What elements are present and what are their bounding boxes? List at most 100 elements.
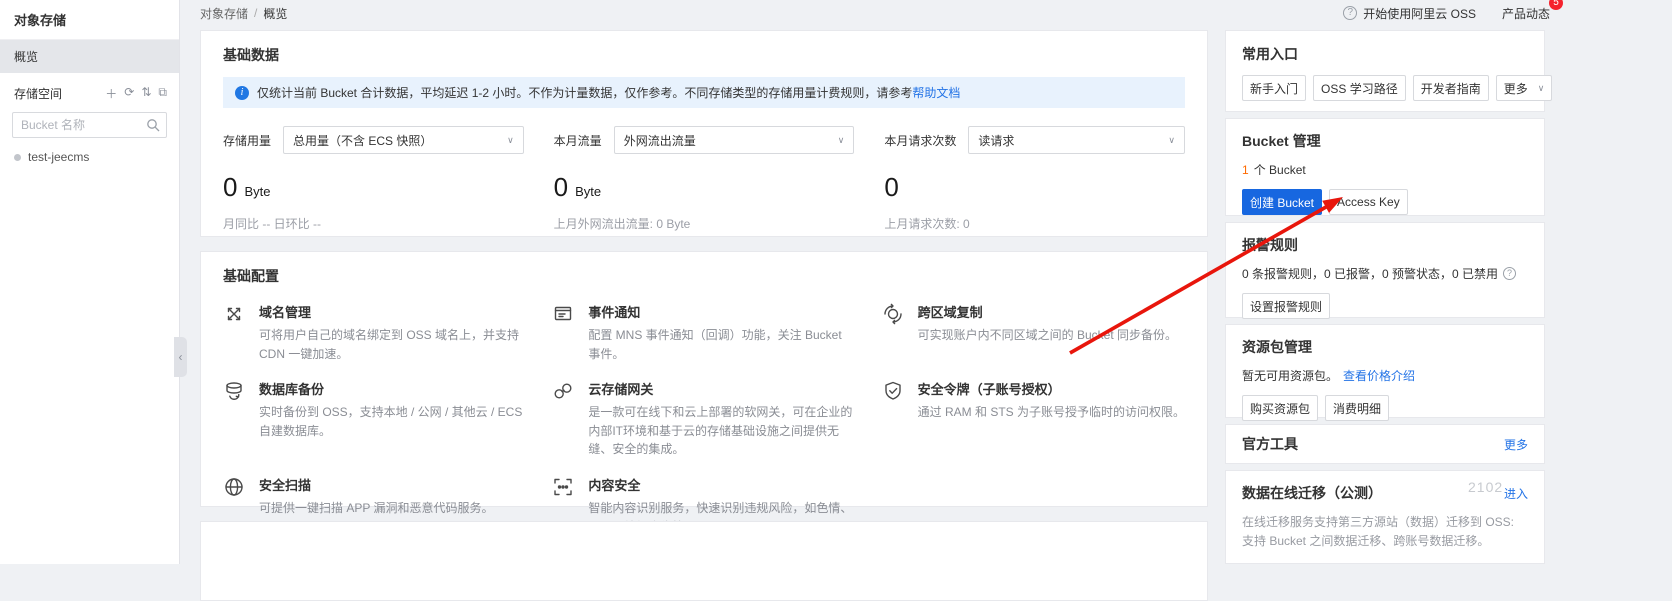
chevron-down-icon: ∨ bbox=[1168, 135, 1175, 146]
getting-started-button[interactable]: 新手入门 bbox=[1242, 75, 1306, 101]
setup-alarm-rules-label: 设置报警规则 bbox=[1250, 298, 1322, 315]
collapse-chevron-icon: ‹ bbox=[179, 350, 183, 364]
chevron-down-icon: ∨ bbox=[1538, 83, 1545, 94]
monthly-requests-select-value: 读请求 bbox=[978, 132, 1014, 149]
refresh-icon[interactable]: ⟳ bbox=[124, 85, 134, 102]
chevron-down-icon: ∨ bbox=[838, 135, 845, 146]
resource-package-title: 资源包管理 bbox=[1242, 337, 1528, 357]
bucket-management-card: Bucket 管理 1 个 Bucket 创建 Bucket Access Ke… bbox=[1225, 118, 1545, 216]
stat-monthly-traffic-label: 本月流量 bbox=[554, 132, 602, 149]
product-news-label: 产品动态 bbox=[1502, 7, 1550, 21]
feature-title[interactable]: 数据库备份 bbox=[259, 379, 526, 398]
database-backup-icon bbox=[223, 379, 247, 459]
stat-storage-usage-unit: Byte bbox=[244, 184, 270, 199]
feature-desc: 是一款可在线下和云上部署的软网关，可在企业的内部IT环境和基于云的存储基础设施之… bbox=[588, 403, 855, 459]
storage-usage-select[interactable]: 总用量（不含 ECS 快照） ∨ bbox=[283, 126, 524, 154]
help-question-icon[interactable]: ? bbox=[1503, 267, 1516, 280]
sidebar-collapse-handle[interactable]: ‹ bbox=[174, 337, 187, 377]
sort-icon[interactable]: ⇅ bbox=[141, 85, 151, 102]
official-tools-more-link[interactable]: 更多 bbox=[1504, 436, 1528, 453]
oss-learning-path-label: OSS 学习路径 bbox=[1321, 80, 1398, 97]
billing-details-button[interactable]: 消费明细 bbox=[1325, 395, 1389, 421]
add-bucket-icon[interactable]: ＋ bbox=[105, 85, 117, 102]
data-migration-enter-link[interactable]: 进入 bbox=[1504, 485, 1528, 502]
bucket-search-input[interactable] bbox=[12, 112, 167, 138]
feature-title[interactable]: 云存储网关 bbox=[588, 379, 855, 398]
stat-monthly-traffic-unit: Byte bbox=[575, 184, 601, 199]
official-tools-card: 官方工具 更多 bbox=[1225, 424, 1545, 464]
storage-usage-select-value: 总用量（不含 ECS 快照） bbox=[293, 132, 432, 149]
stat-monthly-requests-value: 0 bbox=[884, 172, 898, 203]
quick-entry-title: 常用入口 bbox=[1242, 44, 1528, 64]
feature-database-backup[interactable]: 数据库备份 实时备份到 OSS，支持本地 / 公网 / 其他云 / ECS 自建… bbox=[223, 379, 526, 459]
stat-storage-usage-sub: 月同比 -- 日环比 -- bbox=[223, 215, 524, 232]
notice-text: 仅统计当前 Bucket 合计数据，平均延迟 1-2 小时。不作为计量数据，仅作… bbox=[257, 84, 960, 101]
sidebar: 对象存储 概览 存储空间 ＋ ⟳ ⇅ ⧉ test-jeecms bbox=[0, 0, 180, 564]
help-getting-started-label: 开始使用阿里云 OSS bbox=[1363, 5, 1476, 22]
stat-monthly-traffic-sub: 上月外网流出流量: 0 Byte bbox=[554, 215, 855, 232]
buy-resource-package-label: 购买资源包 bbox=[1250, 400, 1310, 417]
feature-title[interactable]: 事件通知 bbox=[588, 302, 855, 321]
feature-title[interactable]: 跨区域复制 bbox=[918, 302, 1177, 321]
bucket-list-item[interactable]: test-jeecms bbox=[0, 140, 179, 174]
access-key-label: Access Key bbox=[1337, 195, 1400, 209]
alarm-summary: 0 条报警规则，0 已报警，0 预警状态，0 已禁用 bbox=[1242, 265, 1498, 282]
bucket-icon bbox=[14, 154, 21, 161]
expand-icon[interactable]: ⧉ bbox=[158, 85, 167, 102]
bucket-management-title: Bucket 管理 bbox=[1242, 131, 1528, 151]
stat-monthly-requests-label: 本月请求次数 bbox=[884, 132, 956, 149]
notice-banner: i 仅统计当前 Bucket 合计数据，平均延迟 1-2 小时。不作为计量数据，… bbox=[223, 77, 1185, 108]
official-tools-title: 官方工具 bbox=[1242, 434, 1298, 454]
cross-region-replication-icon bbox=[882, 302, 906, 363]
stat-storage-usage: 存储用量 总用量（不含 ECS 快照） ∨ 0 Byte 月同比 -- 日环比 … bbox=[223, 126, 524, 232]
security-token-icon bbox=[882, 379, 906, 459]
search-icon[interactable] bbox=[146, 118, 160, 132]
features-grid: 域名管理 可将用户自己的域名绑定到 OSS 域名上，并支持 CDN 一键加速。 … bbox=[223, 302, 1185, 536]
developer-guide-label: 开发者指南 bbox=[1421, 80, 1481, 97]
monthly-traffic-select[interactable]: 外网流出流量 ∨ bbox=[614, 126, 855, 154]
help-getting-started-link[interactable]: ? 开始使用阿里云 OSS bbox=[1343, 5, 1476, 22]
feature-title[interactable]: 安全令牌（子账号授权） bbox=[918, 379, 1185, 398]
stat-monthly-requests-sub: 上月请求次数: 0 bbox=[884, 215, 1185, 232]
bucket-name: test-jeecms bbox=[28, 150, 89, 164]
monthly-requests-select[interactable]: 读请求 ∨ bbox=[968, 126, 1185, 154]
breadcrumb-root[interactable]: 对象存储 bbox=[200, 5, 248, 22]
buy-resource-package-button[interactable]: 购买资源包 bbox=[1242, 395, 1318, 421]
create-bucket-label: 创建 Bucket bbox=[1250, 194, 1314, 211]
chevron-down-icon: ∨ bbox=[507, 135, 514, 146]
feature-security-token[interactable]: 安全令牌（子账号授权） 通过 RAM 和 STS 为子账号授予临时的访问权限。 bbox=[882, 379, 1185, 459]
access-key-button[interactable]: Access Key bbox=[1329, 189, 1408, 215]
feature-title[interactable]: 域名管理 bbox=[259, 302, 526, 321]
oss-learning-path-button[interactable]: OSS 学习路径 bbox=[1313, 75, 1406, 101]
topbar-right: ? 开始使用阿里云 OSS 产品动态 5 bbox=[1343, 5, 1550, 22]
basic-data-card: 基础数据 i 仅统计当前 Bucket 合计数据，平均延迟 1-2 小时。不作为… bbox=[200, 30, 1208, 237]
feature-desc: 通过 RAM 和 STS 为子账号授予临时的访问权限。 bbox=[918, 403, 1185, 422]
info-icon: i bbox=[235, 86, 249, 100]
basic-data-title: 基础数据 bbox=[223, 45, 1185, 65]
feature-title[interactable]: 安全扫描 bbox=[259, 475, 493, 494]
create-bucket-button[interactable]: 创建 Bucket bbox=[1242, 189, 1322, 215]
feature-title[interactable]: 内容安全 bbox=[588, 475, 855, 494]
resource-package-text: 暂无可用资源包。 bbox=[1242, 367, 1338, 384]
sidebar-item-overview[interactable]: 概览 bbox=[0, 40, 179, 73]
feature-desc: 可提供一键扫描 APP 漏洞和恶意代码服务。 bbox=[259, 499, 493, 518]
product-news-link[interactable]: 产品动态 5 bbox=[1502, 5, 1550, 22]
setup-alarm-rules-button[interactable]: 设置报警规则 bbox=[1242, 293, 1330, 319]
developer-guide-button[interactable]: 开发者指南 bbox=[1413, 75, 1489, 101]
stat-monthly-requests: 本月请求次数 读请求 ∨ 0 上月请求次数: 0 bbox=[884, 126, 1185, 232]
domain-management-icon bbox=[223, 302, 247, 363]
feature-cloud-storage-gateway[interactable]: 云存储网关 是一款可在线下和云上部署的软网关，可在企业的内部IT环境和基于云的存… bbox=[552, 379, 855, 459]
monthly-traffic-select-value: 外网流出流量 bbox=[624, 132, 696, 149]
storage-space-actions: ＋ ⟳ ⇅ ⧉ bbox=[105, 85, 167, 102]
more-button[interactable]: 更多∨ bbox=[1496, 75, 1553, 101]
breadcrumb: 对象存储 / 概览 bbox=[200, 5, 287, 22]
feature-event-notification[interactable]: 事件通知 配置 MNS 事件通知（回调）功能，关注 Bucket 事件。 bbox=[552, 302, 855, 363]
feature-desc: 配置 MNS 事件通知（回调）功能，关注 Bucket 事件。 bbox=[588, 326, 855, 363]
billing-details-label: 消费明细 bbox=[1333, 400, 1381, 417]
feature-domain-management[interactable]: 域名管理 可将用户自己的域名绑定到 OSS 域名上，并支持 CDN 一键加速。 bbox=[223, 302, 526, 363]
stats-row: 存储用量 总用量（不含 ECS 快照） ∨ 0 Byte 月同比 -- 日环比 … bbox=[223, 126, 1185, 232]
help-doc-link[interactable]: 帮助文档 bbox=[912, 86, 960, 100]
next-card-sliver bbox=[200, 521, 1208, 601]
view-pricing-link[interactable]: 查看价格介绍 bbox=[1343, 367, 1415, 384]
feature-cross-region-replication[interactable]: 跨区域复制 可实现账户内不同区域之间的 Bucket 同步备份。 bbox=[882, 302, 1185, 363]
